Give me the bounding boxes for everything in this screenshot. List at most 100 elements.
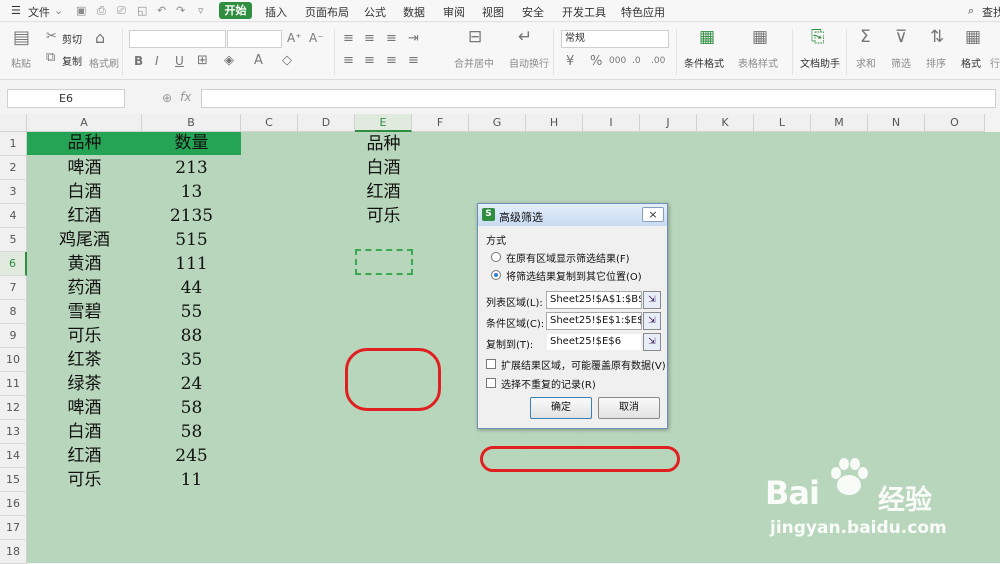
cell-b11[interactable]: 24 — [142, 372, 241, 396]
sum-button[interactable]: 求和 — [856, 55, 876, 70]
list-range-input[interactable]: Sheet25!$A$1:$B$1 — [546, 291, 642, 309]
cell-e2[interactable]: 白酒 — [355, 156, 412, 180]
sum-icon[interactable]: Σ — [860, 29, 871, 46]
copy-to-picker-icon[interactable]: ⇲ — [643, 333, 661, 351]
font-color-icon[interactable]: A — [254, 54, 263, 67]
sort-icon[interactable]: ⇅ — [930, 29, 944, 46]
font-size-select[interactable] — [227, 30, 282, 48]
radio-copy-elsewhere-label[interactable]: 将筛选结果复制到其它位置(O) — [506, 268, 642, 283]
cell-b15[interactable]: 11 — [142, 468, 241, 492]
column-header-o[interactable]: O — [925, 114, 985, 132]
paste-button[interactable]: 粘贴 — [11, 55, 31, 70]
preview-icon[interactable]: ◱ — [137, 4, 147, 17]
thousands-icon[interactable]: 000 — [609, 55, 626, 68]
increase-decimal-icon[interactable]: .0 — [632, 55, 641, 68]
cell-a3[interactable]: 白酒 — [27, 180, 142, 204]
column-header-f[interactable]: F — [412, 114, 469, 132]
export-icon[interactable]: ⎙ — [97, 4, 106, 18]
cut-button[interactable]: 剪切 — [62, 31, 82, 46]
brush-icon[interactable]: ⌂ — [95, 30, 105, 46]
font-name-select[interactable] — [129, 30, 226, 48]
cell-e1[interactable]: 品种 — [355, 132, 412, 156]
ok-button[interactable]: 确定 — [530, 397, 592, 419]
cell-a9[interactable]: 可乐 — [27, 324, 142, 348]
undo-icon[interactable]: ↶ — [157, 4, 166, 17]
file-menu[interactable]: 文件 — [28, 4, 50, 20]
column-header-h[interactable]: H — [526, 114, 583, 132]
cell-a6[interactable]: 黄酒 — [27, 252, 142, 276]
increase-font-icon[interactable]: A⁺ — [287, 32, 302, 45]
row-header-15[interactable]: 15 — [0, 468, 27, 492]
align-bottom-icon[interactable]: ≡ — [386, 32, 397, 45]
copy-button[interactable]: 复制 — [62, 53, 82, 68]
column-header-g[interactable]: G — [469, 114, 526, 132]
clear-format-icon[interactable]: ◇ — [282, 54, 292, 67]
cell-b12[interactable]: 58 — [142, 396, 241, 420]
conditional-format-button[interactable]: 条件格式 — [684, 55, 724, 70]
cell-a14[interactable]: 红酒 — [27, 444, 142, 468]
underline-icon[interactable]: U — [175, 55, 184, 68]
align-right-icon[interactable]: ≡ — [386, 54, 397, 67]
radio-in-place[interactable] — [491, 252, 501, 262]
doc-helper-icon[interactable]: ⎘ — [811, 29, 825, 46]
copy-icon[interactable]: ⧉ — [46, 51, 55, 64]
column-header-m[interactable]: M — [811, 114, 868, 132]
filter-button[interactable]: 筛选 — [891, 55, 911, 70]
tab-insert[interactable]: 插入 — [265, 4, 287, 20]
radio-in-place-label[interactable]: 在原有区域显示筛选结果(F) — [506, 250, 630, 265]
format-button[interactable]: 格式 — [961, 55, 981, 70]
row-header-1[interactable]: 1 — [0, 132, 27, 156]
row-header-11[interactable]: 11 — [0, 372, 27, 396]
justify-icon[interactable]: ≡ — [408, 54, 419, 67]
selected-cell-e6[interactable] — [355, 249, 413, 275]
row-header-17[interactable]: 17 — [0, 516, 27, 540]
unique-records-checkbox[interactable] — [486, 378, 496, 388]
cell-a10[interactable]: 红茶 — [27, 348, 142, 372]
align-middle-icon[interactable]: ≡ — [364, 32, 375, 45]
cell-b3[interactable]: 13 — [142, 180, 241, 204]
more-button[interactable]: 行 — [990, 55, 1000, 70]
extend-range-checkbox[interactable] — [486, 359, 496, 369]
hamburger-icon[interactable]: ☰ — [11, 4, 21, 17]
tab-formulas[interactable]: 公式 — [364, 4, 386, 20]
row-header-3[interactable]: 3 — [0, 180, 27, 204]
cell-a5[interactable]: 鸡尾酒 — [27, 228, 142, 252]
name-box[interactable]: E6 — [7, 89, 125, 108]
cell-b9[interactable]: 88 — [142, 324, 241, 348]
cancel-button[interactable]: 取消 — [598, 397, 660, 419]
row-header-9[interactable]: 9 — [0, 324, 27, 348]
cell-b4[interactable]: 2135 — [142, 204, 241, 228]
number-format-select[interactable]: 常规 — [561, 30, 669, 48]
border-icon[interactable]: ⊞ — [197, 54, 208, 67]
merge-center-button[interactable]: 合并居中 — [454, 55, 494, 70]
cell-a11[interactable]: 绿茶 — [27, 372, 142, 396]
column-header-l[interactable]: L — [754, 114, 811, 132]
bold-icon[interactable]: B — [134, 55, 143, 68]
italic-icon[interactable]: I — [155, 55, 159, 68]
column-header-i[interactable]: I — [583, 114, 640, 132]
zoom-icon[interactable]: ⊕ — [162, 91, 172, 105]
tab-security[interactable]: 安全 — [522, 4, 544, 20]
row-header-14[interactable]: 14 — [0, 444, 27, 468]
tab-review[interactable]: 审阅 — [443, 4, 465, 20]
format-painter-button[interactable]: 格式刷 — [89, 55, 119, 70]
cell-a2[interactable]: 啤酒 — [27, 156, 142, 180]
cell-b1[interactable]: 数量 — [142, 132, 241, 155]
search-label[interactable]: 查找 — [982, 4, 1000, 20]
conditional-format-icon[interactable]: ▦ — [699, 29, 715, 46]
column-header-n[interactable]: N — [868, 114, 925, 132]
select-all-corner[interactable] — [0, 114, 27, 132]
row-header-2[interactable]: 2 — [0, 156, 27, 180]
row-header-6[interactable]: 6 — [0, 252, 27, 276]
cell-b14[interactable]: 245 — [142, 444, 241, 468]
doc-helper-button[interactable]: 文档助手 — [800, 55, 840, 70]
fill-color-icon[interactable]: ◈ — [224, 54, 234, 67]
row-header-16[interactable]: 16 — [0, 492, 27, 516]
list-range-picker-icon[interactable]: ⇲ — [643, 291, 661, 309]
print-icon[interactable]: ⎚ — [117, 4, 126, 18]
decrease-decimal-icon[interactable]: .00 — [651, 55, 665, 68]
cell-a7[interactable]: 药酒 — [27, 276, 142, 300]
cell-a1[interactable]: 品种 — [27, 132, 142, 155]
cell-b5[interactable]: 515 — [142, 228, 241, 252]
column-header-a[interactable]: A — [27, 114, 142, 132]
